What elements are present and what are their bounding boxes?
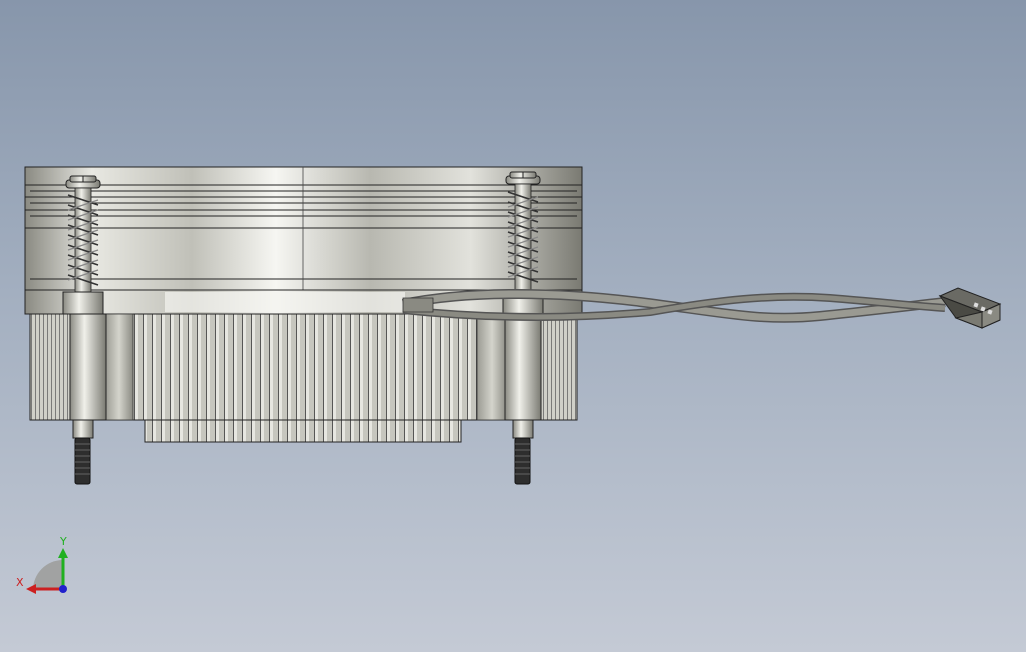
heatsink-fins[interactable] (29, 313, 578, 443)
y-axis-label: Y (59, 535, 67, 548)
x-axis-label: X (16, 576, 24, 589)
model-view[interactable]: Y X (0, 0, 1026, 652)
cad-viewport[interactable]: Y X (0, 0, 1026, 652)
coordinate-triad: Y X (16, 535, 68, 594)
fan-connector[interactable] (938, 287, 1002, 329)
z-axis-dot (59, 585, 67, 593)
